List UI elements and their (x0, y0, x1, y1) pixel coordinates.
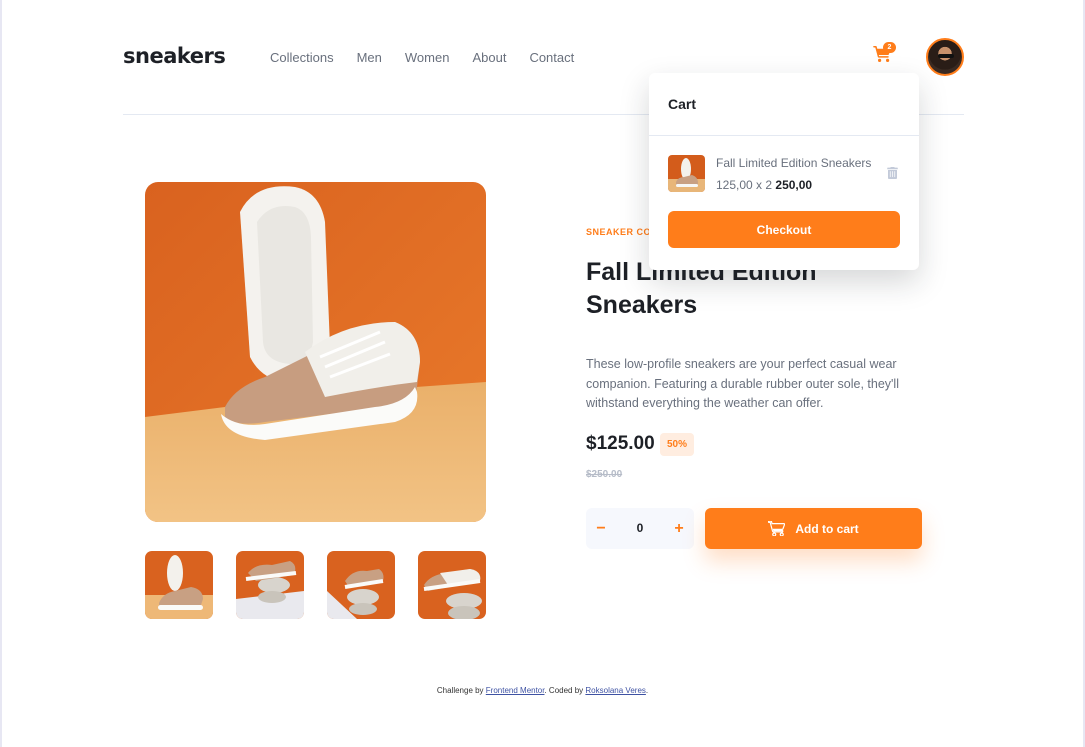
thumbnail-1[interactable] (145, 551, 213, 619)
trash-icon (887, 167, 898, 179)
discount-badge: 50% (660, 433, 695, 456)
nav-collections[interactable]: Collections (270, 50, 334, 65)
nav-women[interactable]: Women (405, 50, 450, 65)
current-price: $125.00 (586, 433, 655, 454)
quantity-value: 0 (636, 521, 644, 535)
thumbnail-3[interactable] (327, 551, 395, 619)
cart-item-price: 125,00 x 2 250,00 (716, 178, 812, 192)
cart-title: Cart (668, 96, 697, 112)
logo[interactable]: sneakers (123, 44, 226, 68)
nav-about[interactable]: About (472, 50, 506, 65)
cart-button[interactable]: 2 (873, 42, 896, 66)
avatar-glasses (938, 54, 954, 58)
delete-item-button[interactable] (887, 166, 899, 179)
checkout-button[interactable]: Checkout (668, 211, 900, 248)
increase-quantity-button[interactable]: + (664, 508, 694, 549)
product-main-image[interactable] (145, 182, 486, 522)
thumbnail-4[interactable] (418, 551, 486, 619)
cart-item-total: 250,00 (775, 178, 813, 192)
frontend-mentor-link[interactable]: Frontend Mentor (486, 686, 545, 695)
cart-divider (649, 135, 919, 136)
cart-dropdown: Cart Fall Limited Edition Sneakers 125,0… (649, 73, 919, 270)
cart-count-badge: 2 (883, 42, 896, 53)
footer-middle: . Coded by (544, 686, 586, 695)
product-description: These low-profile sneakers are your perf… (586, 357, 899, 410)
nav-men[interactable]: Men (357, 50, 382, 65)
original-price: $250.00 (586, 469, 623, 480)
add-to-cart-button[interactable]: Add to cart (705, 508, 922, 549)
footer-prefix: Challenge by (436, 686, 486, 695)
attribution-footer: Challenge by Frontend Mentor. Coded by R… (2, 686, 1083, 695)
cart-item-name: Fall Limited Edition Sneakers (716, 156, 872, 170)
cart-icon (768, 521, 786, 536)
cart-item-unit-qty: 125,00 x 2 (716, 178, 773, 192)
thumbnail-2[interactable] (236, 551, 304, 619)
avatar[interactable] (926, 38, 964, 76)
quantity-stepper: − 0 + (586, 508, 694, 549)
footer-suffix: . (645, 686, 649, 695)
main-nav: Collections Men Women About Contact (270, 50, 597, 65)
cart-item-thumbnail (668, 155, 705, 192)
add-to-cart-label: Add to cart (795, 521, 859, 536)
author-link[interactable]: Roksolana Veres (585, 686, 645, 695)
nav-contact[interactable]: Contact (529, 50, 574, 65)
decrease-quantity-button[interactable]: − (586, 508, 616, 549)
